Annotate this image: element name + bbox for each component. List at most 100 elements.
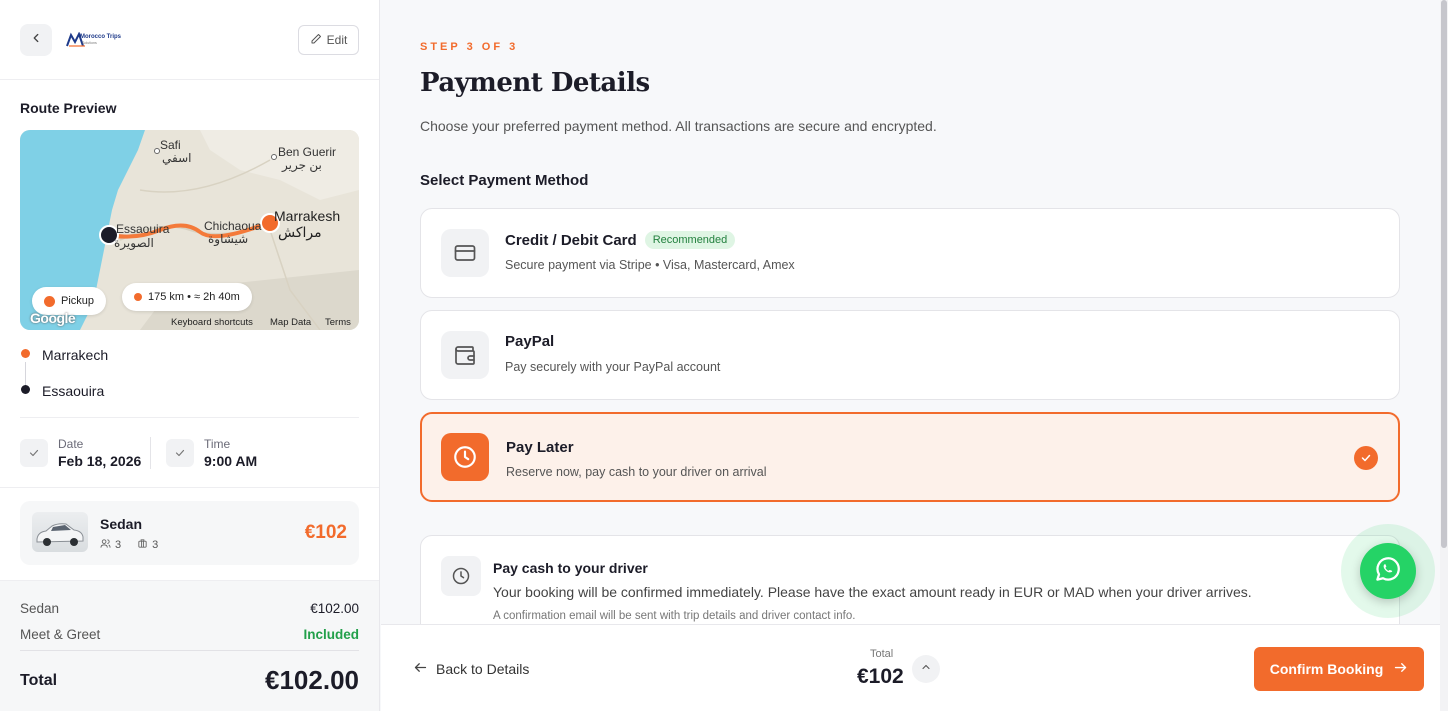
pickup-dot-icon [44, 295, 55, 307]
summary-row-meet-greet: Meet & Greet Included [20, 627, 359, 642]
scrollbar[interactable] [1440, 0, 1448, 711]
map-label-essaouira-ar: الصويرة [114, 236, 154, 250]
map-label-marrakesh: Marrakesh [274, 208, 341, 224]
back-to-details-button[interactable]: Back to Details [413, 660, 529, 678]
bottom-total-value: €102 [857, 665, 904, 688]
total-label: Total [20, 671, 58, 689]
payment-option-pay-later[interactable]: Pay Later Reserve now, pay cash to your … [420, 412, 1400, 502]
vehicle-name: Sedan [100, 516, 143, 532]
passengers-count: 3 [115, 539, 122, 551]
credit-card-icon [441, 229, 489, 277]
route-stops: Marrakech Essaouira [20, 345, 359, 417]
scrollbar-thumb[interactable] [1441, 0, 1447, 548]
summary-value-included: Included [303, 627, 359, 642]
summary-value: €102.00 [310, 601, 359, 616]
payment-option-paypal[interactable]: PayPal Pay securely with your PayPal acc… [420, 310, 1400, 400]
expand-total-button[interactable] [912, 655, 940, 683]
terms-link[interactable]: Terms [325, 317, 351, 328]
payment-option-name: PayPal [505, 333, 554, 350]
date-value: Feb 18, 2026 [58, 453, 142, 469]
map-label-chichaoua: Chichaoua [204, 219, 262, 233]
info-note: A confirmation email will be sent with t… [493, 610, 856, 622]
arrow-right-icon [1393, 660, 1408, 678]
payment-option-label: Pay Later [506, 439, 574, 456]
luggage-count: 3 [152, 539, 159, 551]
distance-label: 175 km • ≈ 2h 40m [148, 291, 240, 303]
passengers-icon [100, 538, 111, 552]
page-subtitle: Choose your preferred payment method. Al… [420, 118, 937, 134]
check-icon [20, 439, 48, 467]
map-data-link[interactable]: Map Data [270, 317, 311, 328]
clock-icon [441, 433, 489, 481]
payment-option-name: Pay Later [506, 439, 574, 456]
confirm-booking-label: Confirm Booking [1269, 661, 1384, 677]
step-indicator: STEP 3 OF 3 [420, 41, 519, 53]
chevron-up-icon [920, 660, 932, 678]
distance-pill: 175 km • ≈ 2h 40m [122, 283, 252, 311]
total-value: €102.00 [265, 665, 359, 695]
payment-option-name: Credit / Debit Card Recommended [505, 231, 736, 249]
map-label-ben-guerir-ar: بن جرير [282, 158, 322, 172]
recommended-badge: Recommended [644, 231, 736, 249]
date-info: Date Feb 18, 2026 [20, 437, 141, 469]
vehicle-card: Sedan 3 3 €102 [20, 501, 359, 565]
check-icon [166, 439, 194, 467]
summary-total: Total €102.00 [20, 665, 359, 696]
bottom-action-bar: Back to Details Total €102 Confirm Booki… [381, 624, 1440, 711]
arrow-left-icon [413, 660, 428, 678]
vehicle-price: €102 [304, 522, 347, 543]
summary-label: Meet & Greet [20, 627, 101, 642]
page-title: Payment Details [420, 68, 650, 98]
map-label-marrakesh-ar: مراكش [278, 224, 322, 240]
stop-pickup: Marrakech [20, 345, 359, 381]
pickup-marker-icon [21, 349, 30, 358]
divider [20, 650, 359, 651]
time-value: 9:00 AM [204, 453, 258, 469]
map-label-essaouira: Essaouira [116, 222, 170, 236]
keyboard-shortcuts-link[interactable]: Keyboard shortcuts [171, 317, 253, 328]
company-logo[interactable]: Morocco Trips Solutions [66, 30, 122, 50]
pickup-location: Marrakech [42, 347, 109, 363]
selected-check-icon [1354, 446, 1378, 470]
stop-dropoff: Essaouira [20, 381, 359, 417]
google-logo: Google [30, 310, 76, 326]
pickup-legend-label: Pickup [61, 295, 95, 307]
route-dot-icon [134, 293, 142, 301]
payment-option-label: Credit / Debit Card [505, 231, 637, 249]
payment-option-desc: Pay securely with your PayPal account [505, 360, 721, 374]
whatsapp-icon [1373, 554, 1403, 589]
whatsapp-button[interactable] [1360, 543, 1416, 599]
payment-option-card[interactable]: Credit / Debit Card Recommended Secure p… [420, 208, 1400, 298]
payment-option-desc: Reserve now, pay cash to your driver on … [506, 465, 767, 479]
dropoff-location: Essaouira [42, 383, 105, 399]
map-label-ben-guerir: Ben Guerir [278, 145, 337, 159]
date-label: Date [58, 437, 84, 451]
map-label-chichaoua-ar: شيشاوة [208, 232, 249, 246]
edit-label: Edit [326, 33, 348, 47]
info-title: Pay cash to your driver [493, 560, 648, 576]
time-info: Time 9:00 AM [166, 437, 257, 469]
luggage-icon [137, 538, 148, 552]
pay-later-info: Pay cash to your driver Your booking wil… [420, 535, 1400, 624]
back-button[interactable] [20, 24, 52, 56]
sidebar-header: Morocco Trips Solutions Edit [0, 0, 379, 80]
route-map[interactable]: Safi اسفي Ben Guerir بن جرير Marrakesh م… [20, 130, 359, 330]
summary-label: Sedan [20, 601, 60, 616]
price-summary: Sedan €102.00 Meet & Greet Included Tota… [0, 580, 379, 711]
pencil-icon [310, 33, 322, 48]
edit-button[interactable]: Edit [298, 25, 359, 55]
divider [20, 417, 359, 418]
summary-row-vehicle: Sedan €102.00 [20, 601, 359, 616]
confirm-booking-button[interactable]: Confirm Booking [1254, 647, 1424, 691]
map-label-safi: Safi [160, 138, 181, 152]
time-label: Time [204, 437, 231, 451]
info-description: Your booking will be confirmed immediate… [493, 584, 1252, 600]
section-title: Select Payment Method [420, 172, 589, 189]
logo-text: Morocco Trips [80, 34, 122, 40]
wallet-icon [441, 331, 489, 379]
payment-option-desc: Secure payment via Stripe • Visa, Master… [505, 258, 795, 272]
payment-main: STEP 3 OF 3 Payment Details Choose your … [381, 0, 1440, 624]
vehicle-capacity: 3 3 [100, 538, 158, 552]
payment-option-label: PayPal [505, 333, 555, 350]
clock-icon [441, 556, 481, 596]
